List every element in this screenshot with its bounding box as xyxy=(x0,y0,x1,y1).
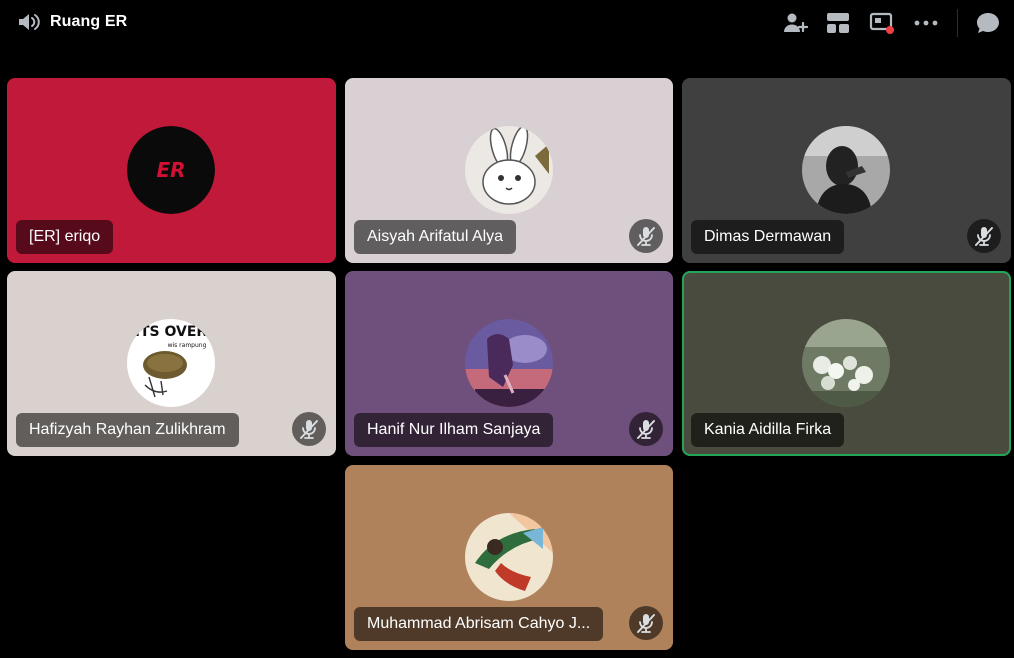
avatar xyxy=(802,319,890,407)
participant-tile[interactable]: Muhammad Abrisam Cahyo J... xyxy=(345,465,673,650)
meme-subcaption: wis rampung xyxy=(168,342,207,349)
participant-name: Hanif Nur Ilham Sanjaya xyxy=(354,413,554,447)
more-options-button[interactable] xyxy=(912,9,940,37)
avatar xyxy=(802,126,890,214)
header-divider xyxy=(957,9,958,37)
screen-share-icon xyxy=(869,12,894,34)
chat-button[interactable] xyxy=(974,9,1002,37)
chat-icon xyxy=(977,13,999,33)
participant-name: Kania Aidilla Firka xyxy=(691,413,845,447)
participant-tile[interactable]: Kania Aidilla Firka xyxy=(682,271,1011,456)
participant-name: [ER] eriqo xyxy=(16,220,114,254)
add-user-button[interactable] xyxy=(781,9,809,37)
layout-button[interactable] xyxy=(824,9,852,37)
muted-mic-icon xyxy=(637,614,655,633)
participant-tile[interactable]: Dimas Dermawan xyxy=(682,78,1011,263)
call-header: Ruang ER xyxy=(0,0,1014,46)
channel-title: Ruang ER xyxy=(50,13,128,30)
voice-channel-icon xyxy=(16,10,42,34)
avatar: ER xyxy=(127,126,215,214)
avatar xyxy=(465,513,553,601)
avatar xyxy=(465,319,553,407)
participant-name: Hafizyah Rayhan Zulikhram xyxy=(16,413,239,447)
er-logo-text: ER xyxy=(156,158,185,182)
mute-status xyxy=(967,219,1001,253)
mute-status xyxy=(629,412,663,446)
mute-status xyxy=(629,606,663,640)
meme-caption: ITS OVER xyxy=(135,324,208,340)
participant-tile[interactable]: Aisyah Arifatul Alya xyxy=(345,78,673,263)
muted-mic-icon xyxy=(975,227,993,246)
participant-tile[interactable]: ITS OVER wis rampung Hafizyah Rayhan Zul… xyxy=(7,271,336,456)
screen-share-button[interactable] xyxy=(868,9,896,37)
mute-status xyxy=(629,219,663,253)
muted-mic-icon xyxy=(637,420,655,439)
muted-mic-icon xyxy=(637,227,655,246)
more-icon xyxy=(914,20,938,26)
participant-name: Aisyah Arifatul Alya xyxy=(354,220,517,254)
participant-name: Dimas Dermawan xyxy=(691,220,845,254)
avatar xyxy=(465,126,553,214)
mute-status xyxy=(292,412,326,446)
participant-name: Muhammad Abrisam Cahyo J... xyxy=(354,607,604,641)
add-user-icon xyxy=(784,13,808,33)
avatar: ITS OVER wis rampung xyxy=(127,319,215,407)
participant-tile[interactable]: ER [ER] eriqo xyxy=(7,78,336,263)
participant-tile[interactable]: Hanif Nur Ilham Sanjaya xyxy=(345,271,673,456)
grid-layout-icon xyxy=(827,13,849,33)
muted-mic-icon xyxy=(300,420,318,439)
